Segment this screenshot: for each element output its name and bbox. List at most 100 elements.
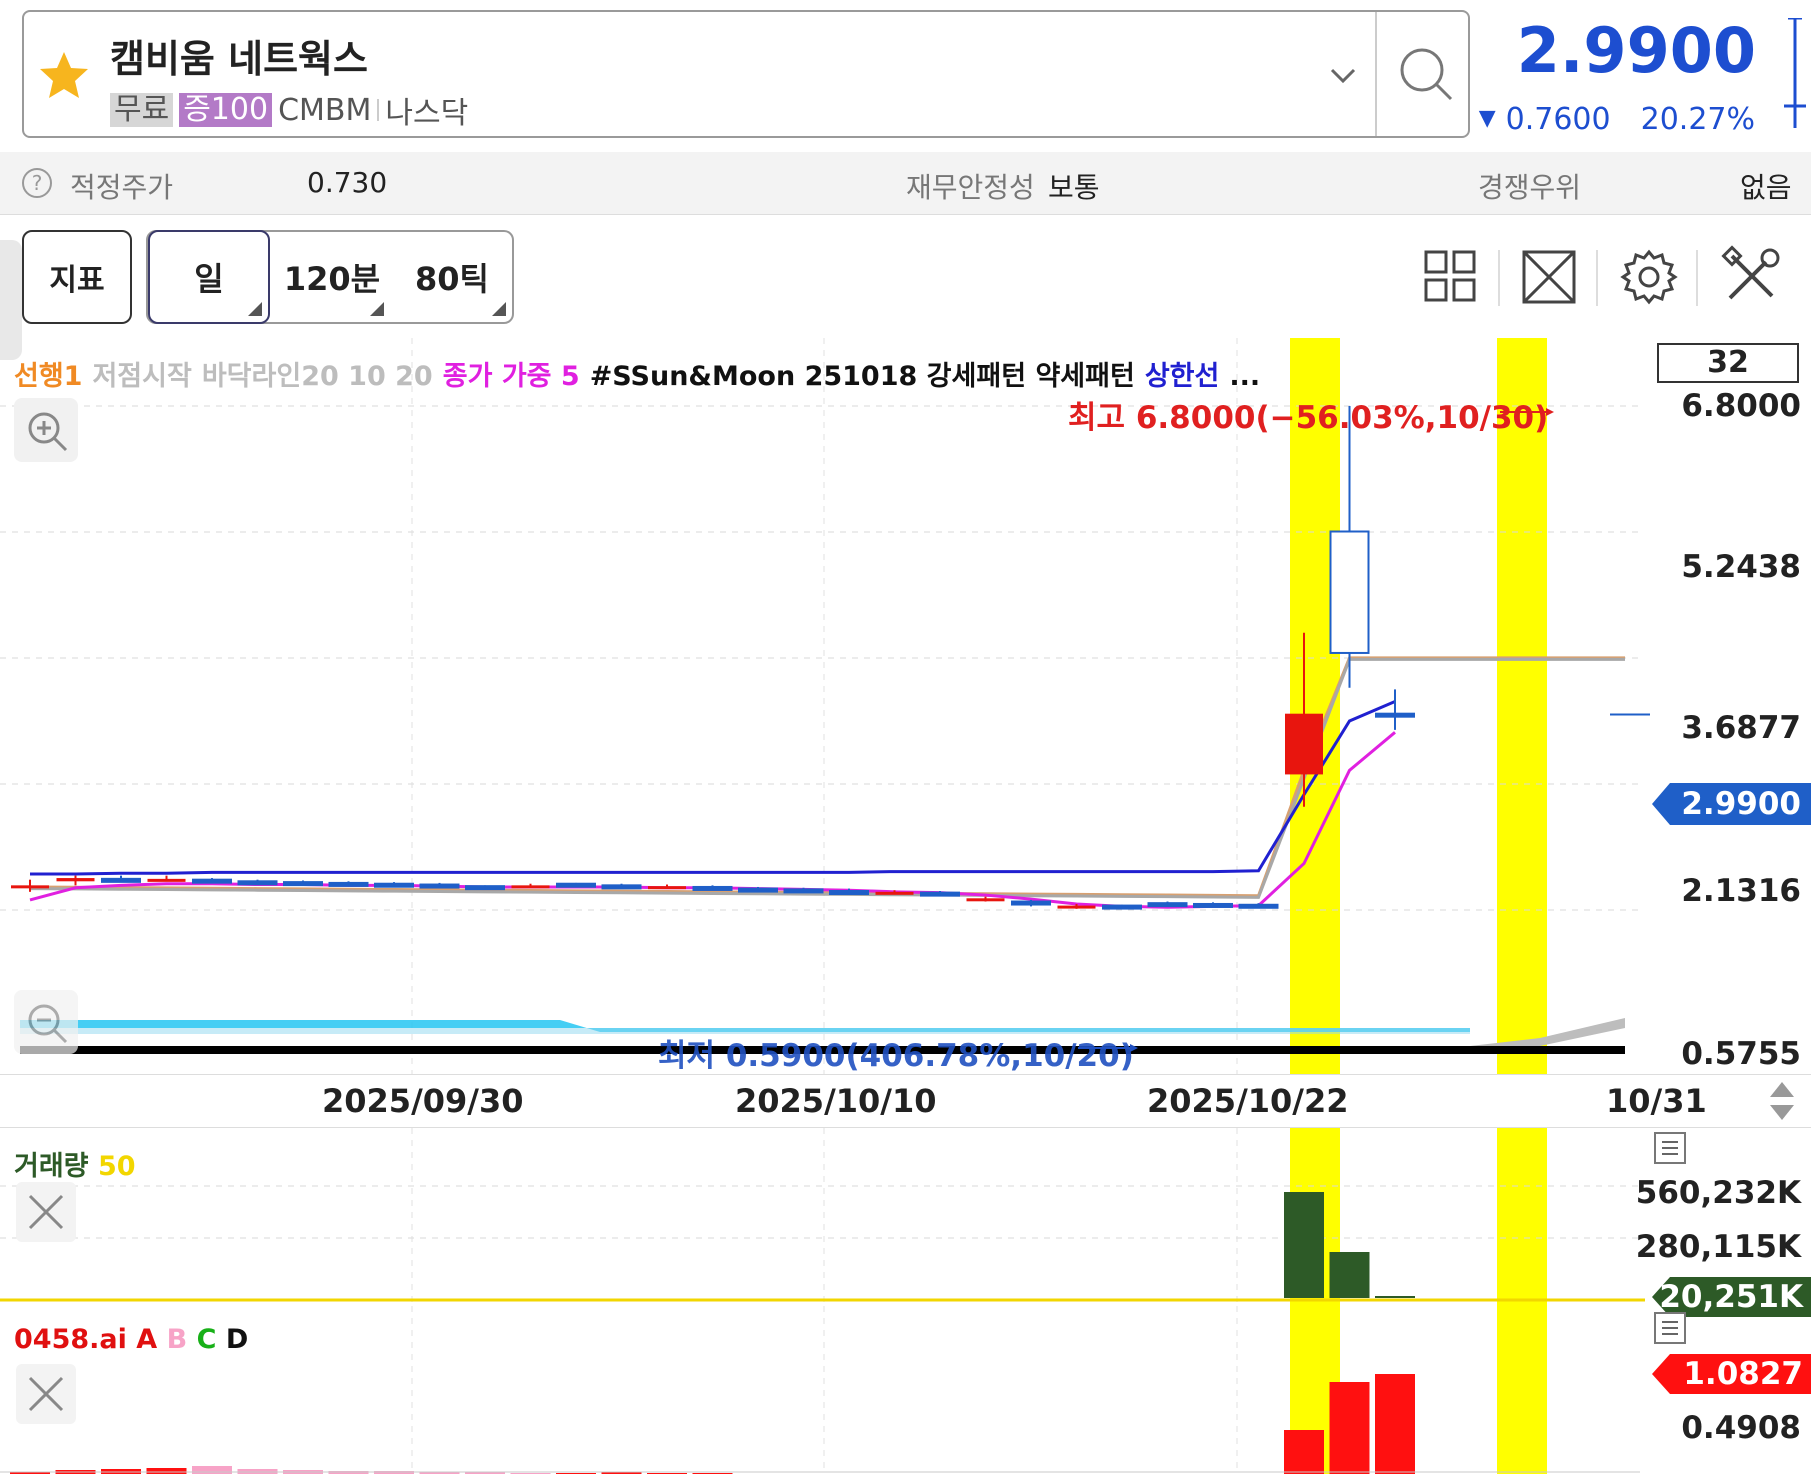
- tools-icon[interactable]: [1716, 242, 1786, 312]
- price-axis-label: 5.2438: [1681, 549, 1801, 585]
- candle-body: [465, 885, 505, 891]
- volume-bar: [1329, 1252, 1370, 1298]
- period-selector: 일 120분 80틱: [146, 230, 514, 324]
- ai-legend-name: 0458.ai: [14, 1324, 127, 1355]
- ai-indicator-canvas[interactable]: [0, 1306, 1811, 1474]
- highlight-band: [1497, 1128, 1547, 1306]
- candle-body: [829, 890, 869, 896]
- candle-body: [328, 881, 369, 887]
- period-day-label: 일: [194, 260, 224, 298]
- chevron-down-icon[interactable]: [1318, 50, 1368, 100]
- volume-bar: [1375, 1296, 1415, 1298]
- ai-bar: [146, 1468, 187, 1474]
- star-favorite-icon[interactable]: [36, 48, 92, 104]
- volume-chart[interactable]: [0, 1128, 1811, 1306]
- ticker-symbol: CMBM: [278, 92, 372, 128]
- price-change: ▼ 0.7600 20.27%: [1479, 102, 1755, 137]
- ai-bar: [192, 1466, 232, 1474]
- main-chart-legend[interactable]: 선행1 저점시작 바닥라인20 10 20 종가 가중 5 #SSun&Moon 251…: [14, 354, 1270, 393]
- stock-name: 캠비움 네트웍스: [110, 37, 368, 81]
- candle-body: [966, 898, 1005, 902]
- price-axis-label: 3.6877: [1681, 710, 1801, 746]
- candle-body: [1102, 904, 1142, 910]
- close-icon[interactable]: [16, 1364, 76, 1424]
- ai-current-tag-label: 1.0827: [1683, 1356, 1803, 1392]
- change-percent: 20.27%: [1640, 102, 1755, 137]
- price-chart[interactable]: [0, 338, 1811, 1074]
- ai-legend-a: A: [136, 1324, 158, 1355]
- zoom-out-icon[interactable]: [14, 990, 78, 1054]
- series-line: [29, 731, 1396, 909]
- competitive-label: 경쟁우위: [1478, 171, 1582, 204]
- ai-legend-c: C: [196, 1324, 217, 1355]
- layout-grid-icon[interactable]: [1416, 242, 1486, 312]
- candle-body: [237, 880, 278, 886]
- change-amount: ▼ 0.7600: [1479, 102, 1611, 137]
- bar-count-box[interactable]: 32: [1657, 343, 1799, 383]
- legend-item: #SSun&Moon 251018 강세패턴 약세패턴: [589, 361, 1135, 392]
- close-icon[interactable]: [16, 1182, 76, 1242]
- price-chart-canvas[interactable]: [0, 338, 1811, 1074]
- ai-bar: [1329, 1382, 1370, 1474]
- candle-body: [920, 891, 960, 897]
- candle-body: [419, 883, 460, 889]
- margin-badge: 증100: [179, 93, 273, 127]
- down-arrow-icon: ▼: [1478, 106, 1496, 131]
- price-axis-label: 0.5755: [1681, 1036, 1801, 1072]
- leading-span-line: [29, 656, 1625, 898]
- dropdown-corner-icon: [370, 302, 384, 316]
- ai-bar: [1375, 1374, 1415, 1474]
- zoom-in-icon[interactable]: [14, 398, 78, 462]
- legend-item: 상한선: [1144, 361, 1220, 392]
- hamburger-menu-icon[interactable]: [1654, 1312, 1686, 1344]
- period-day-button[interactable]: 일: [148, 230, 270, 324]
- help-icon[interactable]: ?: [22, 168, 52, 198]
- legend-item: 바닥라인20 10 20: [201, 361, 433, 392]
- ai-indicator-chart[interactable]: [0, 1306, 1811, 1474]
- search-divider: [1375, 12, 1377, 136]
- period-80tick-button[interactable]: 80틱: [392, 232, 512, 322]
- date-label: 2025/09/30: [322, 1082, 524, 1120]
- candle-body: [556, 882, 596, 888]
- candle-body: [11, 885, 49, 889]
- date-label: 2025/10/22: [1147, 1082, 1349, 1120]
- ai-legend[interactable]: 0458.ai A B C D: [14, 1324, 248, 1355]
- toolbar-divider: [1596, 250, 1598, 306]
- candle-body: [511, 885, 550, 889]
- search-icon[interactable]: [1385, 12, 1467, 136]
- candle-body: [1329, 530, 1370, 654]
- candle-body: [1375, 712, 1415, 718]
- gear-icon[interactable]: [1614, 242, 1684, 312]
- exchange-name: 나스닥: [385, 96, 469, 131]
- legend-item: 저점시작: [92, 361, 192, 392]
- candle-body: [738, 887, 778, 893]
- period-120min-button[interactable]: 120분: [274, 232, 390, 322]
- candle-body: [648, 886, 686, 890]
- hamburger-menu-icon[interactable]: [1654, 1132, 1686, 1164]
- low-start-line: [29, 657, 1625, 899]
- ai-bar: [1284, 1430, 1324, 1474]
- toolbar-divider: [1498, 250, 1500, 306]
- candle-body: [1011, 900, 1051, 906]
- candle-body: [1193, 902, 1233, 908]
- ai-legend-d: D: [225, 1324, 249, 1355]
- fullscreen-icon[interactable]: [1514, 242, 1584, 312]
- volume-axis-label: 280,115K: [1635, 1229, 1801, 1265]
- volume-legend[interactable]: 거래량 50: [14, 1144, 136, 1183]
- candle-body: [875, 891, 914, 895]
- series-line: [30, 700, 1396, 876]
- price-range-icon: [1780, 16, 1810, 130]
- candle-body: [374, 882, 414, 888]
- fair-price-label: 적정주가: [70, 171, 174, 204]
- indicator-button[interactable]: 지표: [22, 230, 132, 324]
- ai-legend-b: B: [166, 1324, 188, 1355]
- volume-chart-canvas[interactable]: [0, 1128, 1811, 1306]
- candle-body: [601, 884, 642, 890]
- date-label: 2025/10/10: [735, 1082, 937, 1120]
- candle-body: [283, 881, 323, 887]
- candle-body: [1238, 903, 1279, 909]
- scroll-updown-icon[interactable]: [1768, 1080, 1796, 1122]
- current-price: 2.9900: [1516, 14, 1756, 87]
- change-value: 0.7600: [1505, 102, 1611, 137]
- stability-label: 재무안정성: [906, 171, 1035, 204]
